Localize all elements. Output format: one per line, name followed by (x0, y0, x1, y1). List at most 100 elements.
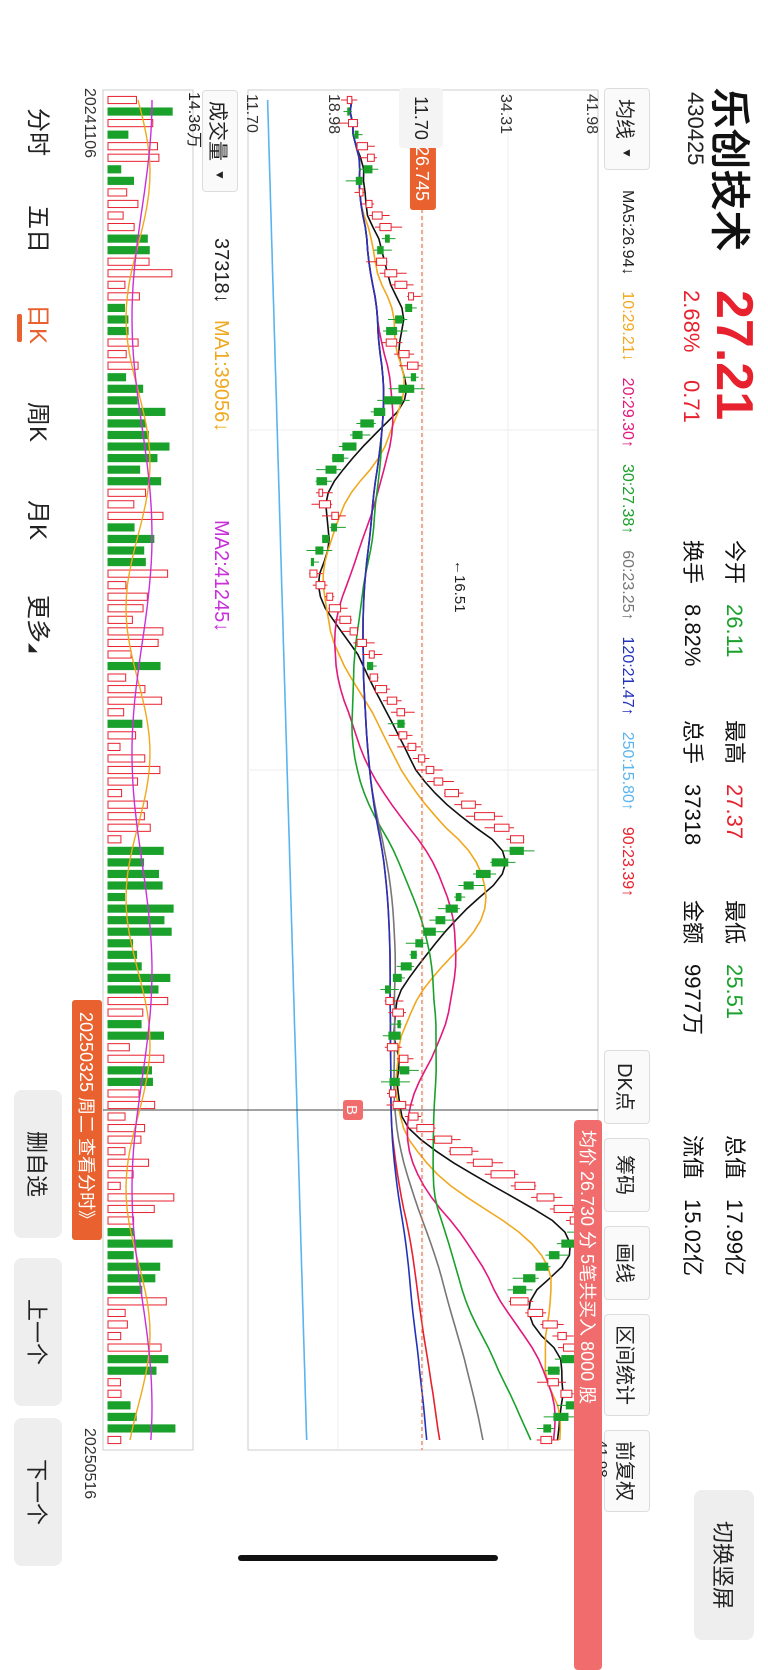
price-panel-frame (247, 89, 599, 1451)
volume-bar (107, 153, 160, 162)
tab-intraday[interactable]: 分时 (23, 108, 58, 156)
candle-body (491, 858, 509, 867)
candle-body (490, 1170, 516, 1179)
volume-bar (107, 1112, 126, 1121)
kline-chart[interactable]: 41.9834.3126.618.9811.7026.745B (0, 0, 768, 1663)
volume-bar (107, 1320, 128, 1329)
volume-bar (107, 881, 163, 890)
volume-bar (107, 731, 137, 740)
volume-bar (107, 615, 133, 624)
volume-bar (107, 361, 139, 370)
next-button[interactable]: 下一个 (14, 1418, 62, 1566)
volume-bar (107, 511, 164, 520)
volume-bar (107, 246, 150, 255)
candle-body (509, 1297, 529, 1306)
chips-button[interactable]: 筹码 (604, 1138, 650, 1212)
volume-bar (107, 373, 127, 382)
tab-monthly-k[interactable]: 月K (23, 500, 58, 540)
volume-bar (107, 719, 143, 728)
previous-button[interactable]: 上一个 (14, 1258, 62, 1406)
volume-bar (107, 303, 125, 313)
volume-bar (107, 604, 144, 613)
candle-body (410, 373, 417, 382)
candle-body (346, 95, 353, 105)
buy-marker-label: B (343, 1105, 360, 1115)
volume-bar (107, 477, 162, 486)
candle-body (415, 939, 424, 948)
volume-bar (107, 407, 166, 416)
volume-bar (107, 1227, 134, 1237)
dk-point-button[interactable]: DK点 (604, 1050, 650, 1124)
candle-body (328, 604, 342, 613)
candle-body (408, 292, 415, 301)
volume-bar (107, 1239, 173, 1248)
volume-bar (107, 1077, 153, 1086)
tab-5day[interactable]: 五日 (23, 205, 58, 253)
buy-marker (343, 1100, 363, 1120)
candle-body (373, 407, 386, 416)
stat-market-cap: 总值17.99亿 (722, 1135, 747, 1277)
tab-daily-k[interactable]: 日K (23, 304, 58, 344)
tab-more[interactable]: 更多◢ (23, 595, 58, 652)
ma120-line (349, 99, 428, 1441)
remove-watchlist-button[interactable]: 删自选 (14, 1090, 62, 1238)
ma20-line (333, 99, 557, 1441)
candle-body (493, 823, 510, 832)
vol-ma2-line (131, 99, 153, 1441)
volume-bar (107, 869, 160, 879)
volume-bar (107, 1181, 121, 1190)
range-stats-button[interactable]: 区间统计 (604, 1314, 650, 1416)
volume-bar (107, 638, 159, 648)
candle-body (540, 1435, 553, 1445)
change-percent: 2.68% (679, 290, 704, 353)
forward-adjust-button[interactable]: 前复权 (604, 1430, 650, 1512)
candle-body (386, 696, 398, 705)
volume-bar (107, 1262, 161, 1271)
candle-body (392, 1008, 404, 1017)
volume-bar (107, 1135, 142, 1144)
candle-body (398, 384, 415, 393)
volume-bar (107, 1089, 140, 1098)
volume-bar (107, 257, 150, 266)
volume-bar (107, 188, 128, 197)
switch-portrait-button[interactable]: 切换竖屏 (694, 1490, 754, 1640)
candle-body (425, 765, 435, 775)
volume-bar (107, 165, 122, 174)
ma5-value: MA5:26.94↓ (619, 190, 636, 276)
candle-body (383, 396, 402, 405)
candle-body (384, 985, 391, 994)
volume-bar (107, 1158, 150, 1167)
ma250-value: 250:15.80↑ (619, 731, 636, 811)
candle-body (322, 534, 329, 544)
crosshair-date-tag[interactable]: 20250325 周二 查看分时》 (72, 1000, 102, 1240)
candle-body (349, 627, 358, 636)
candle-body (371, 211, 383, 220)
volume-bar (107, 1216, 135, 1225)
candle-body (367, 661, 374, 671)
candle-body (352, 430, 363, 440)
volume-bar (107, 1147, 126, 1156)
candle-body (384, 234, 390, 243)
volume-bar (107, 1343, 162, 1352)
stat-turnover: 换手8.82% (680, 540, 705, 667)
volume-bar (107, 199, 139, 209)
candle-body (542, 1320, 558, 1329)
candle-body (553, 1412, 569, 1421)
candle-body (548, 1251, 560, 1260)
tab-weekly-k[interactable]: 周K (23, 402, 58, 442)
current-price-label: 26.745 (412, 146, 432, 201)
candle-body (396, 708, 406, 717)
ma10-line (322, 99, 562, 1441)
draw-line-button[interactable]: 画线 (604, 1226, 650, 1300)
volume-bar (107, 107, 173, 116)
volume-bar (107, 350, 127, 359)
candle-body (455, 892, 462, 902)
volume-bar (107, 973, 171, 983)
volume-bar (107, 419, 146, 428)
avg-price-banner: 均价 26.730 分 5笔共买入 8000 股 (574, 1120, 602, 1670)
ma-selector[interactable]: 均线 ▼ (604, 88, 650, 170)
candle-body (358, 188, 364, 197)
volume-bar (107, 1401, 131, 1410)
vol-max-label: 14.36万 (185, 92, 202, 149)
y-tick-label: 11.70 (243, 94, 260, 133)
